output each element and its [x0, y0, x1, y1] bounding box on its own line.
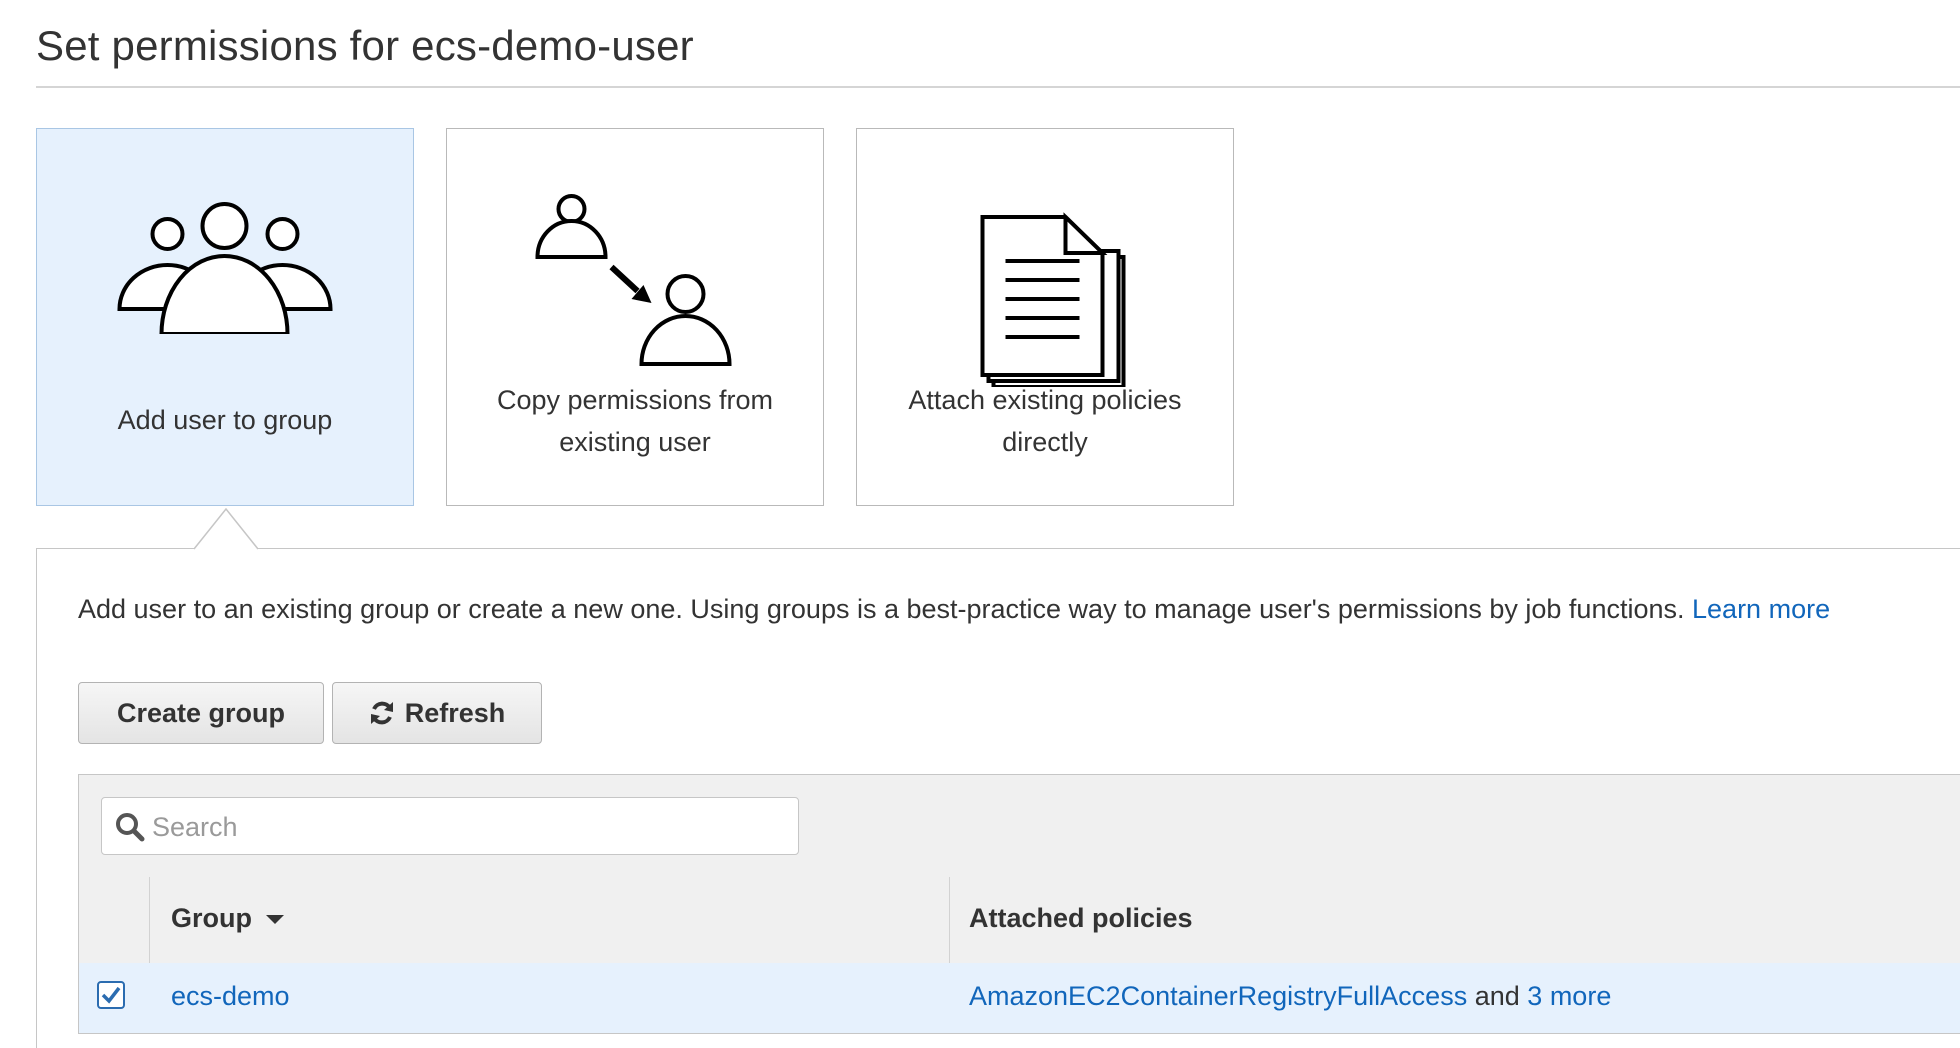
search-icon: [116, 813, 145, 842]
group-name-link[interactable]: ecs-demo: [171, 981, 290, 1012]
search-field[interactable]: [101, 797, 799, 855]
sort-down-icon: [266, 914, 284, 924]
search-bar: [79, 775, 1960, 878]
attached-policies-cell: AmazonEC2ContainerRegistryFullAccess and…: [969, 981, 1611, 1012]
title-divider: [36, 86, 1960, 88]
group-icon: [117, 202, 333, 334]
refresh-button[interactable]: Refresh: [332, 682, 542, 744]
policies-and-text: and: [1474, 981, 1520, 1011]
panel-description: Add user to an existing group or create …: [78, 594, 1830, 625]
column-header-group[interactable]: Group: [171, 903, 284, 934]
policy-link[interactable]: AmazonEC2ContainerRegistryFullAccess: [969, 981, 1467, 1011]
table-header: Group Attached policies: [79, 877, 1960, 964]
create-group-button[interactable]: Create group: [78, 682, 324, 744]
search-input[interactable]: [150, 806, 784, 848]
column-header-policies: Attached policies: [969, 903, 1193, 933]
groups-table: Group Attached policies ecs-demo AmazonE…: [78, 774, 1960, 1034]
option-attach-policies[interactable]: Attach existing policies directly: [856, 128, 1234, 506]
column-separator: [949, 877, 950, 963]
panel-pointer: [194, 508, 258, 550]
learn-more-link[interactable]: Learn more: [1692, 594, 1830, 624]
option-label-line2: directly: [1002, 427, 1088, 457]
copy-user-icon: [535, 194, 732, 366]
option-label-line1: Attach existing policies: [908, 385, 1182, 415]
option-label: Add user to group: [117, 405, 333, 435]
refresh-label: Refresh: [404, 697, 506, 728]
checkmark-icon: [101, 986, 121, 1004]
option-label-line2: existing user: [559, 427, 711, 457]
create-group-label: Create group: [116, 697, 286, 728]
refresh-icon: [370, 701, 393, 725]
column-header-group-label: Group: [171, 903, 252, 933]
option-label-line1: Copy permissions from: [496, 385, 774, 415]
more-policies-link[interactable]: 3 more: [1527, 981, 1611, 1011]
row-checkbox[interactable]: [97, 981, 125, 1009]
description-text: Add user to an existing group or create …: [78, 594, 1685, 624]
option-add-user-to-group[interactable]: Add user to group: [36, 128, 414, 506]
column-separator: [149, 877, 150, 963]
option-copy-permissions[interactable]: Copy permissions from existing user: [446, 128, 824, 506]
document-icon: [980, 212, 1126, 387]
table-row[interactable]: ecs-demo AmazonEC2ContainerRegistryFullA…: [79, 963, 1960, 1033]
page-title: Set permissions for ecs-demo-user: [36, 22, 694, 69]
